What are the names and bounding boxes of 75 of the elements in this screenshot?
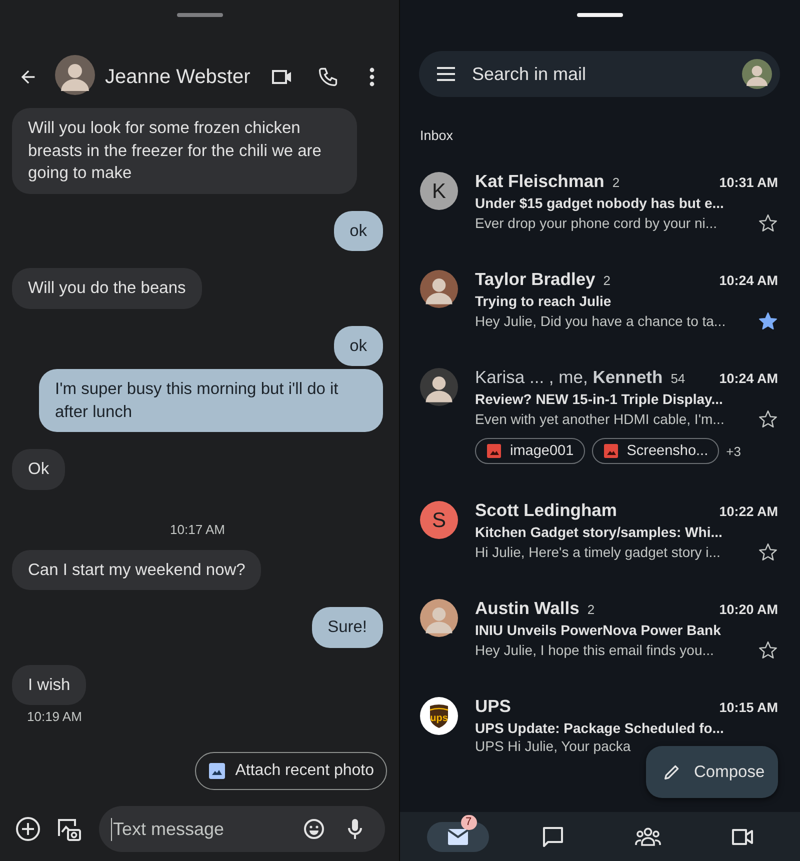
message-bubble: Ok xyxy=(12,449,66,490)
gallery-icon[interactable] xyxy=(56,816,82,842)
email-subject: INIU Unveils PowerNova Power Bank xyxy=(475,622,722,638)
more-attachments-count: +3 xyxy=(726,444,741,458)
photo-icon xyxy=(209,763,226,779)
emoji-icon[interactable] xyxy=(303,818,325,840)
sender-name: Austin Walls xyxy=(475,598,580,619)
phone-icon[interactable] xyxy=(317,66,339,88)
email-subject: UPS Update: Package Scheduled fo... xyxy=(475,720,725,736)
image-icon xyxy=(487,444,501,458)
email-time: 10:20 AM xyxy=(719,602,778,617)
avatar-icon xyxy=(742,59,772,89)
message-bubble: I wish xyxy=(12,664,86,705)
sender-name: UPS xyxy=(475,696,511,717)
email-snippet: Hi Julie, Here's a timely gadget story i... xyxy=(475,544,720,560)
unread-badge: 7 xyxy=(460,814,476,830)
logo-icon: ups xyxy=(420,697,458,735)
menu-icon[interactable] xyxy=(437,67,455,81)
star-icon[interactable] xyxy=(758,409,778,429)
email-time: 10:24 AM xyxy=(719,273,778,288)
email-subject: Under $15 gadget nobody has but e... xyxy=(475,195,725,211)
message-count: 2 xyxy=(612,175,620,190)
search-bar[interactable]: Search in mail xyxy=(419,51,780,97)
email-snippet: Hey Julie, Did you have a chance to ta... xyxy=(475,313,726,329)
attach-photo-suggestion[interactable]: Attach recent photo xyxy=(195,752,387,790)
microphone-icon[interactable] xyxy=(347,818,363,840)
chat-icon xyxy=(542,826,564,848)
attachment-chip[interactable]: image001 xyxy=(475,438,585,464)
sender-name: Taylor Bradley xyxy=(475,269,596,290)
email-time: 10:24 AM xyxy=(719,371,778,386)
sender-name: Karisa ... , me, Kenneth xyxy=(475,367,663,388)
message-bar[interactable]: Text message xyxy=(99,806,385,852)
sender-name: Scott Ledingham xyxy=(475,500,617,521)
image-icon xyxy=(604,444,618,458)
message-field[interactable]: Text message xyxy=(111,818,303,840)
sender-name: Kat Fleischman xyxy=(475,171,604,192)
message-bubble: ok xyxy=(334,210,383,251)
message-bubble: Will you look for some frozen chicken breasts in the freezer for the chili we are going to make xyxy=(12,108,357,194)
email-snippet: Ever drop your phone cord by your ni... xyxy=(475,215,718,231)
add-icon[interactable] xyxy=(15,816,41,842)
video-icon xyxy=(730,826,754,846)
email-snippet: Even with yet another HDMI cable, I'm... xyxy=(475,411,724,427)
more-options-icon[interactable] xyxy=(369,67,375,87)
mail-icon xyxy=(446,828,468,846)
message-bubble: I'm super busy this morning but i'll do it after lunch xyxy=(39,369,383,432)
email-subject: Trying to reach Julie xyxy=(475,293,612,309)
email-snippet: Hey Julie, I hope this email finds you... xyxy=(475,642,714,658)
email-time: 10:31 AM xyxy=(719,175,778,190)
message-count: 2 xyxy=(603,273,611,288)
letter-avatar: K xyxy=(420,172,458,210)
email-subject: Review? NEW 15-in-1 Triple Display... xyxy=(475,391,724,407)
letter-avatar: S xyxy=(420,501,458,539)
email-time: 10:22 AM xyxy=(719,504,778,519)
attachment-chip[interactable]: Screensho... xyxy=(592,438,720,464)
folder-label: Inbox xyxy=(420,128,454,143)
contact-name: Jeanne Webster xyxy=(105,66,252,88)
message-bubble: Can I start my weekend now? xyxy=(12,550,262,590)
search-field[interactable]: Search in mail xyxy=(470,62,742,86)
message-bubble: ok xyxy=(334,326,383,366)
message-count: 2 xyxy=(587,602,595,617)
message-count: 54 xyxy=(670,371,686,386)
avatar-icon xyxy=(55,54,95,94)
email-time: 10:15 AM xyxy=(719,700,778,715)
message-bubble: Will you do the beans xyxy=(12,268,202,308)
people-icon xyxy=(634,826,660,846)
star-icon[interactable] xyxy=(758,542,778,562)
star-icon[interactable] xyxy=(758,311,778,331)
email-snippet: UPS Hi Julie, Your packa xyxy=(475,738,631,754)
timestamp: 10:17 AM xyxy=(170,522,225,536)
star-icon[interactable] xyxy=(758,213,778,233)
star-icon[interactable] xyxy=(758,640,778,660)
compose-button[interactable]: Compose xyxy=(646,746,778,798)
email-subject: Kitchen Gadget story/samples: Whi... xyxy=(475,524,724,540)
message-bubble: Sure! xyxy=(312,607,383,648)
timestamp: 10:19 AM xyxy=(27,709,82,724)
